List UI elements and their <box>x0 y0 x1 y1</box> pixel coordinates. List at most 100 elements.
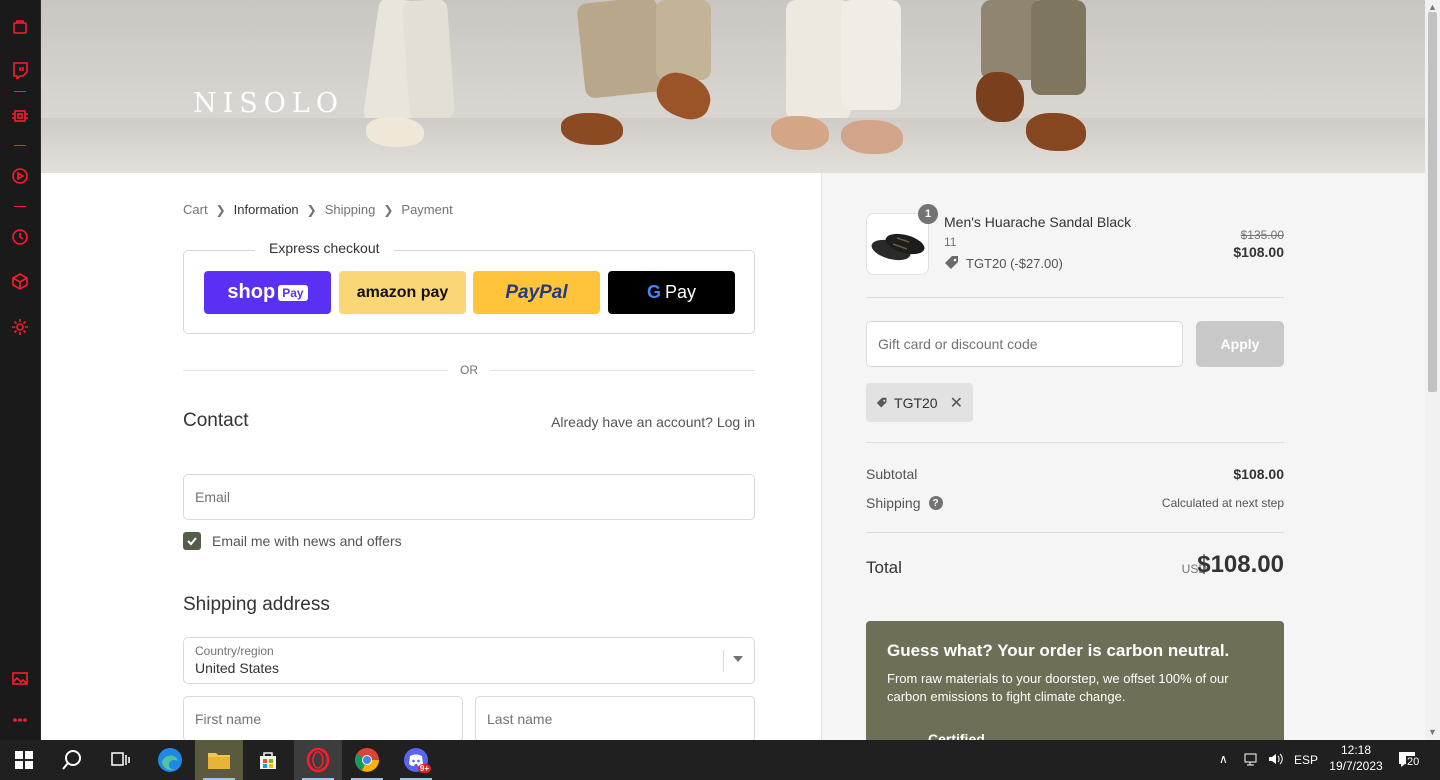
final-price: $108.00 <box>1233 244 1284 260</box>
carbon-neutral-banner: Guess what? Your order is carbon neutral… <box>866 621 1284 751</box>
volume-icon[interactable] <box>1267 751 1283 770</box>
hero-banner: NISOLO <box>41 0 1425 173</box>
edge-icon[interactable] <box>146 740 194 780</box>
newsletter-checkbox[interactable] <box>183 532 201 550</box>
file-explorer-icon[interactable] <box>195 740 243 780</box>
country-label: Country/region <box>195 644 274 658</box>
sidebar-separator <box>14 145 26 146</box>
clock-time: 12:18 <box>1340 743 1372 757</box>
shipping-label: Shipping <box>866 495 921 511</box>
more-icon[interactable] <box>10 710 30 730</box>
chevron-down-icon <box>733 656 743 662</box>
carbon-text: From raw materials to your doorstep, we … <box>887 671 1229 704</box>
notifications-icon[interactable]: 20 <box>1397 749 1421 772</box>
total-value: $108.00 <box>1197 551 1284 578</box>
chevron-right-icon: ❯ <box>306 202 317 217</box>
apply-button[interactable]: Apply <box>1196 321 1284 367</box>
gpay-wordmark: Pay <box>664 282 697 302</box>
scroll-up-icon[interactable]: ▲ <box>1427 2 1438 12</box>
breadcrumb-shipping: Shipping <box>324 202 376 217</box>
twitch-icon[interactable] <box>10 60 30 80</box>
banner-leg <box>576 0 666 99</box>
google-pay-button[interactable]: G Pay <box>608 271 735 314</box>
product-thumbnail <box>866 213 929 275</box>
cube-icon[interactable] <box>10 271 30 291</box>
banner-ground <box>41 118 1425 173</box>
player-icon[interactable] <box>10 166 30 186</box>
breadcrumb: Cart ❯ Information ❯ Shipping ❯ Payment <box>183 202 453 217</box>
clock[interactable]: 12:18 19/7/2023 <box>1327 743 1385 773</box>
notification-count: 20 <box>1406 756 1421 768</box>
gear-icon[interactable] <box>10 317 30 337</box>
login-link[interactable]: Already have an account? Log in <box>551 414 755 430</box>
shopping-bag-icon[interactable] <box>10 16 30 36</box>
original-price: $135.00 <box>1240 228 1284 242</box>
express-checkout-box: shop Pay amazon pay PayPal G Pay <box>183 250 755 334</box>
remove-code-icon[interactable]: ✕ <box>950 393 963 413</box>
banner-sandal <box>976 72 1024 122</box>
browser-sidebar <box>0 0 41 740</box>
task-view-icon[interactable] <box>96 740 144 780</box>
shop-pay-wordmark: shop <box>227 281 276 303</box>
newsletter-option[interactable]: Email me with news and offers <box>183 532 402 550</box>
tray-chevron-up-icon[interactable]: ∧ <box>1219 752 1228 766</box>
paypal-button[interactable]: PayPal <box>473 271 600 314</box>
chip-icon[interactable] <box>10 106 30 126</box>
shop-pay-button[interactable]: shop Pay <box>204 271 331 314</box>
total-label: Total <box>866 558 902 577</box>
chevron-right-icon: ❯ <box>383 202 394 217</box>
tag-icon <box>945 256 958 269</box>
scroll-down-icon[interactable]: ▼ <box>1427 727 1438 737</box>
country-value: United States <box>195 660 280 676</box>
product-size: 11 <box>944 235 957 249</box>
shipping-value: Calculated at next step <box>1161 496 1284 510</box>
windows-start-icon[interactable] <box>0 740 48 780</box>
banner-leg <box>841 0 901 110</box>
divider <box>866 532 1284 533</box>
network-icon[interactable] <box>1243 751 1259 770</box>
search-icon[interactable] <box>48 740 96 780</box>
shipping-row: Shipping ? <box>866 495 943 511</box>
discount-code-field[interactable] <box>866 321 1183 367</box>
first-name-input[interactable] <box>195 711 451 727</box>
shipping-address-heading: Shipping address <box>183 594 330 615</box>
sandal-image <box>871 233 925 261</box>
breadcrumb-cart[interactable]: Cart <box>183 202 208 217</box>
help-icon[interactable]: ? <box>928 496 943 510</box>
store-icon[interactable] <box>244 740 292 780</box>
order-summary: 1 Men's Huarache Sandal Black 11 TGT20 (… <box>821 173 1425 751</box>
banner-sandal <box>841 120 903 154</box>
discord-badge: 9+ <box>417 764 431 773</box>
google-g-icon: G <box>646 282 661 302</box>
email-input[interactable] <box>195 489 743 505</box>
discount-code-input[interactable] <box>878 336 1171 352</box>
amazon-pay-wordmark: amazon pay <box>356 283 449 301</box>
checkout-main: Cart ❯ Information ❯ Shipping ❯ Payment … <box>41 173 821 742</box>
last-name-field[interactable] <box>475 696 755 742</box>
language-indicator[interactable]: ESP <box>1294 753 1318 767</box>
last-name-input[interactable] <box>487 711 743 727</box>
sidebar-separator <box>14 91 26 92</box>
product-name: Men's Huarache Sandal Black <box>944 214 1132 230</box>
chevron-right-icon: ❯ <box>215 202 226 217</box>
subtotal-value: $108.00 <box>1233 466 1284 482</box>
amazon-pay-button[interactable]: amazon pay <box>339 271 466 314</box>
express-checkout-title: Express checkout <box>255 240 394 256</box>
contact-heading: Contact <box>183 410 249 431</box>
banner-sandal <box>561 113 623 145</box>
page-scrollbar[interactable]: ▲ ▼ <box>1425 0 1440 740</box>
opera-gx-icon[interactable] <box>294 740 342 780</box>
first-name-field[interactable] <box>183 696 463 742</box>
product-discount: TGT20 (-$27.00) <box>944 255 1063 271</box>
brand-logo[interactable]: NISOLO <box>193 88 344 119</box>
scrollbar-thumb[interactable] <box>1428 12 1437 392</box>
chrome-icon[interactable] <box>343 740 391 780</box>
email-field[interactable] <box>183 474 755 520</box>
carbon-title: Guess what? Your order is carbon neutral… <box>887 641 1230 660</box>
country-select[interactable]: Country/region United States <box>183 637 755 684</box>
paypal-wordmark: PayPal <box>505 281 568 303</box>
history-icon[interactable] <box>10 227 30 247</box>
windows-taskbar: 9+ ∧ ESP 12:18 19/7/2023 20 <box>0 740 1440 780</box>
gallery-icon[interactable] <box>10 668 30 688</box>
discord-icon[interactable]: 9+ <box>392 740 440 780</box>
